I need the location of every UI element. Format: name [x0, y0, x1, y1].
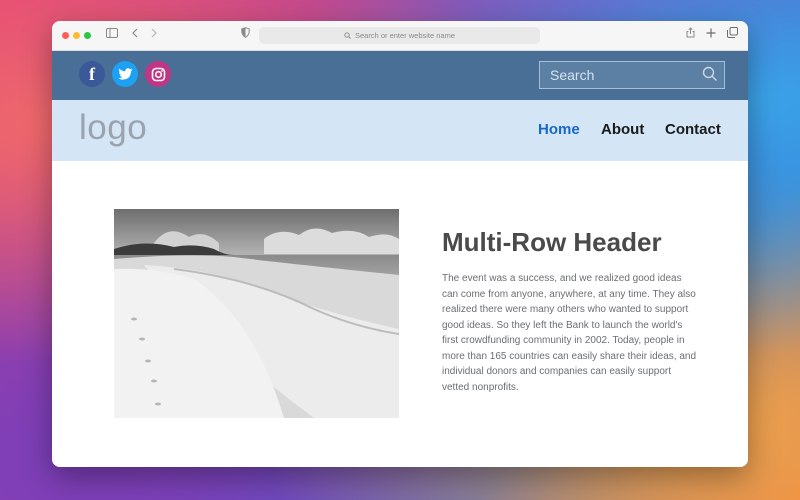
- sidebar-icon[interactable]: [106, 27, 118, 43]
- instagram-icon[interactable]: [145, 61, 171, 87]
- browser-window: Search or enter website name f logo: [52, 21, 748, 467]
- search-icon[interactable]: [702, 66, 718, 87]
- minimize-window-button[interactable]: [73, 32, 80, 39]
- social-search-bar: f: [52, 51, 748, 100]
- site-logo[interactable]: logo: [79, 108, 147, 148]
- tab-overview-icon[interactable]: [727, 27, 738, 43]
- main-nav-bar: logo Home About Contact: [52, 100, 748, 161]
- facebook-icon[interactable]: f: [79, 61, 105, 87]
- beach-photo: [114, 209, 399, 418]
- section-title: Multi-Row Header: [442, 227, 662, 257]
- nav-link-about[interactable]: About: [601, 121, 644, 138]
- nav-link-contact[interactable]: Contact: [665, 121, 721, 138]
- twitter-icon[interactable]: [112, 61, 138, 87]
- share-icon[interactable]: [686, 27, 695, 43]
- privacy-shield-icon[interactable]: [241, 27, 250, 43]
- nav-link-home[interactable]: Home: [538, 121, 580, 138]
- back-icon[interactable]: [131, 27, 139, 43]
- new-tab-icon[interactable]: [706, 27, 716, 43]
- search-icon: [344, 32, 351, 39]
- content-section: Multi-Row Header The event was a success…: [52, 161, 748, 467]
- address-bar[interactable]: Search or enter website name: [259, 27, 540, 44]
- zoom-window-button[interactable]: [84, 32, 91, 39]
- search-input[interactable]: [540, 62, 690, 88]
- forward-icon[interactable]: [150, 27, 158, 43]
- section-body: The event was a success, and we realized…: [442, 273, 697, 393]
- search-box: [539, 61, 725, 89]
- browser-toolbar: Search or enter website name: [52, 21, 748, 51]
- address-placeholder: Search or enter website name: [354, 31, 456, 40]
- close-window-button[interactable]: [62, 32, 69, 39]
